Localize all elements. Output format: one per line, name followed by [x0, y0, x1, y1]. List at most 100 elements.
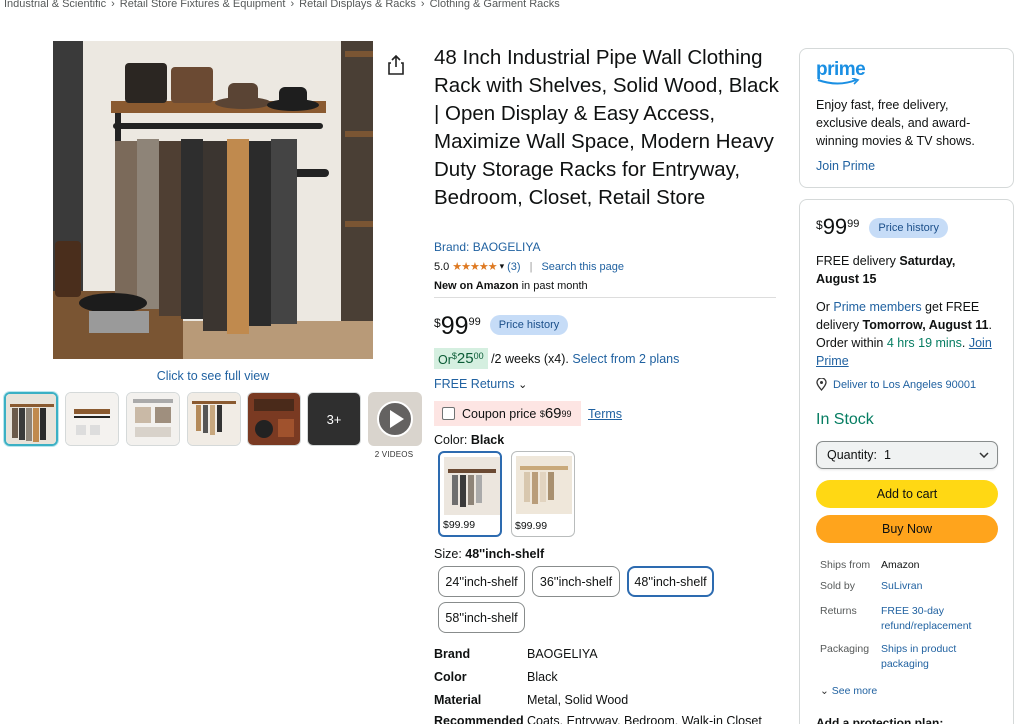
breadcrumb: Industrial & Scientific › Retail Store Fix…: [4, 0, 560, 10]
buy-box: $ 99 99 Price history FREE delivery Satu…: [799, 199, 1014, 724]
standard-delivery: FREE delivery Saturday, August 15: [816, 252, 1001, 288]
prime-logo-text: prime: [816, 59, 866, 80]
plan-fraction: 00: [473, 351, 484, 361]
thumbnail-1[interactable]: [4, 392, 58, 446]
packaging-link[interactable]: Ships in product packaging: [881, 642, 991, 672]
share-icon[interactable]: [386, 54, 406, 76]
new-label: New on Amazon: [434, 280, 519, 292]
search-page-link[interactable]: Search this page: [541, 261, 624, 273]
color-selection-label: Color: Black: [434, 433, 504, 447]
thumbnail-more[interactable]: 3+: [307, 392, 361, 446]
product-title: 48 Inch Industrial Pipe Wall Clothing Ra…: [434, 46, 779, 209]
breadcrumb-separator: ›: [290, 0, 295, 10]
videos-count-label: 2 VIDEOS: [374, 450, 414, 459]
plan-whole: 25: [456, 350, 474, 367]
video-thumbnail[interactable]: [368, 392, 422, 446]
play-icon: [368, 392, 422, 446]
installment-plan: Or $ 25 00 /2 weeks (x4). Select from 2 …: [434, 348, 679, 369]
chevron-down-icon[interactable]: ▾: [500, 261, 505, 272]
product-photo: [53, 41, 373, 359]
spec-value: Metal, Solid Wood: [527, 693, 629, 707]
main-product-image[interactable]: [53, 41, 373, 359]
returns-label: Returns: [820, 605, 857, 617]
or-text: Or: [816, 300, 834, 314]
breadcrumb-item[interactable]: Retail Displays & Racks: [299, 0, 416, 10]
coupon-checkbox[interactable]: [442, 407, 455, 420]
spec-value: Black: [527, 670, 558, 684]
spec-value: Coats, Entryway, Bedroom, Walk-in Closet: [527, 714, 762, 724]
ships-from-label: Ships from: [820, 559, 871, 571]
chevron-down-icon: [979, 452, 989, 458]
chevron-down-icon: ⌄: [820, 685, 829, 697]
thumbnail-4[interactable]: [187, 392, 241, 446]
spec-key: Recommended: [434, 714, 524, 724]
coupon-box[interactable]: Coupon price $ 69 99: [434, 401, 581, 426]
size-option-58[interactable]: 58''inch-shelf: [438, 602, 525, 633]
breadcrumb-separator: ›: [111, 0, 115, 10]
size-option-48[interactable]: 48''inch-shelf: [627, 566, 714, 597]
coupon-terms-link[interactable]: Terms: [588, 407, 622, 421]
select-plan-link[interactable]: Select from 2 plans: [572, 352, 679, 366]
brand-store-link[interactable]: Brand: BAOGELIYA: [434, 240, 541, 254]
price-history-button[interactable]: Price history: [489, 315, 569, 335]
size-option-24[interactable]: 24''inch-shelf: [438, 566, 525, 597]
more-images-count: 3+: [308, 393, 360, 445]
chevron-down-icon: ⌄: [518, 379, 528, 391]
thumbnail-2[interactable]: [65, 392, 119, 446]
price-whole: 99: [822, 214, 848, 239]
rating-count-link[interactable]: (3): [507, 261, 520, 273]
coupon-whole: 69: [544, 405, 562, 422]
prime-logo: prime: [816, 59, 866, 86]
thumbnail-3[interactable]: [126, 392, 180, 446]
full-view-link[interactable]: Click to see full view: [53, 369, 373, 383]
new-period: in past month: [518, 280, 588, 292]
swatch-image: [444, 457, 500, 515]
deliver-to-location[interactable]: Deliver to Los Angeles 90001: [816, 378, 976, 391]
countdown: 4 hrs 19 mins: [886, 336, 962, 350]
join-prime-link[interactable]: Join Prime: [816, 159, 875, 173]
protection-plan-heading: Add a protection plan:: [816, 716, 944, 724]
quantity-select[interactable]: Quantity: 1: [816, 441, 998, 469]
delivery-prefix: FREE delivery: [816, 254, 900, 268]
price-symbol: $: [816, 218, 823, 232]
color-value: Black: [470, 433, 505, 447]
prime-description: Enjoy fast, free delivery, exclusive dea…: [816, 98, 975, 148]
breadcrumb-item[interactable]: Retail Store Fixtures & Equipment: [120, 0, 286, 10]
free-returns-link[interactable]: FREE Returns ⌄: [434, 377, 527, 391]
spec-key: Color: [434, 670, 467, 684]
divider-line: [434, 297, 776, 298]
buy-now-button[interactable]: Buy Now: [816, 515, 998, 543]
returns-policy-link[interactable]: FREE 30-day refund/replacement: [881, 604, 991, 634]
price-block: $ 99 99 Price history: [434, 313, 569, 339]
fastest-delivery: Or Prime members get FREE delivery Tomor…: [816, 300, 996, 368]
ships-from-value: Amazon: [881, 559, 920, 571]
breadcrumb-separator: ›: [420, 0, 425, 10]
returns-label: FREE Returns: [434, 377, 515, 391]
plan-term: /2 weeks (x4).: [487, 351, 573, 366]
buybox-price: $ 99 99 Price history: [816, 215, 948, 239]
star-rating-icon[interactable]: ★★★★★: [452, 260, 497, 273]
color-swatch-alt[interactable]: $99.99: [511, 451, 575, 537]
seller-link[interactable]: SuLivran: [881, 579, 991, 594]
coupon-fraction: 99: [561, 408, 572, 419]
add-to-cart-button[interactable]: Add to cart: [816, 480, 998, 508]
thumbnail-5[interactable]: [247, 392, 301, 446]
size-label: Size:: [434, 547, 466, 561]
color-swatch-black[interactable]: $99.99: [438, 451, 502, 537]
price-fraction: 99: [847, 218, 860, 230]
quantity-value: Quantity: 1: [827, 448, 891, 462]
see-more-link[interactable]: ⌄ See more: [820, 685, 877, 697]
price-fraction: 99: [468, 316, 481, 328]
breadcrumb-item[interactable]: Industrial & Scientific: [4, 0, 106, 10]
coupon-label: Coupon price: [462, 406, 540, 421]
see-more-label: See more: [831, 685, 878, 697]
prime-members-link[interactable]: Prime members: [833, 300, 921, 314]
price-history-button[interactable]: Price history: [869, 218, 948, 238]
divider: |: [529, 260, 533, 273]
size-option-36[interactable]: 36''inch-shelf: [532, 566, 620, 597]
stock-status: In Stock: [816, 411, 874, 428]
breadcrumb-item[interactable]: Clothing & Garment Racks: [430, 0, 560, 10]
plan-or: Or: [438, 353, 452, 367]
size-value: 48''inch-shelf: [465, 547, 545, 561]
price-symbol: $: [434, 316, 441, 330]
